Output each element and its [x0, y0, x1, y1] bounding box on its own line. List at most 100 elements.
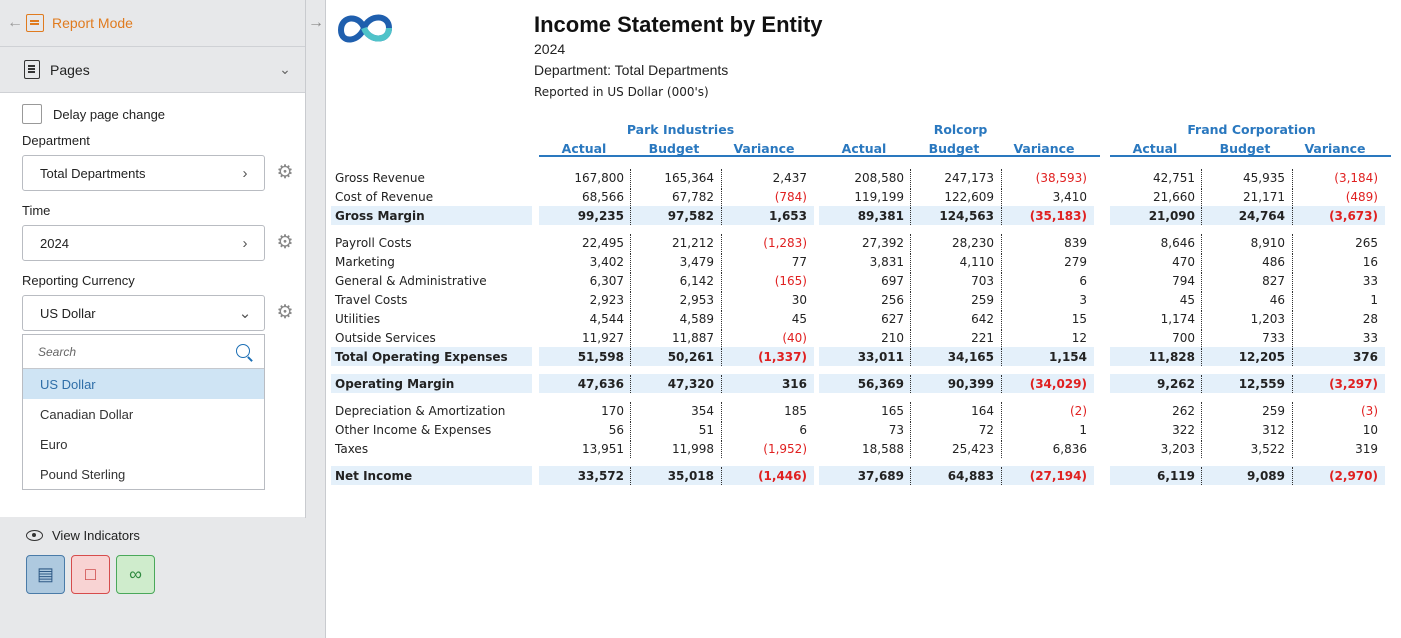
table-cell: 18,588 [862, 442, 904, 456]
table-cell: (2,970) [1329, 469, 1378, 483]
table-cell: 319 [1355, 442, 1378, 456]
currency-option[interactable]: Pound Sterling [23, 459, 264, 489]
pages-section-toggle[interactable]: Pages ⌄ [0, 47, 305, 93]
table-cell: (27,194) [1029, 469, 1087, 483]
table-cell: 3,522 [1250, 442, 1285, 456]
table-cell: (40) [782, 331, 807, 345]
table-cell: 794 [1172, 274, 1195, 288]
report-canvas: Income Statement by Entity 2024 Departme… [327, 0, 1401, 638]
table-cell: 11,927 [582, 331, 624, 345]
table-cell: 642 [971, 312, 994, 326]
table-cell: 4,544 [589, 312, 624, 326]
table-cell: 167,800 [574, 171, 624, 185]
table-cell: (3) [1361, 404, 1378, 418]
currency-search-input[interactable]: Search [23, 335, 264, 369]
table-cell: 9,262 [1157, 377, 1195, 391]
table-cell: 56 [608, 423, 624, 437]
delay-page-change-row[interactable]: Delay page change [22, 103, 305, 125]
table-cell: 697 [881, 274, 904, 288]
report-title: Income Statement by Entity [534, 12, 823, 37]
report-mode-title[interactable]: Report Mode [52, 15, 133, 31]
table-cell: 13,951 [582, 442, 624, 456]
currency-option[interactable]: Canadian Dollar [23, 399, 264, 429]
table-cell: 30 [791, 293, 807, 307]
table-cell: (38,593) [1035, 171, 1087, 185]
table-cell: 6 [1079, 274, 1087, 288]
table-cell: 2,437 [772, 171, 807, 185]
table-cell: 170 [601, 404, 624, 418]
table-cell: 3,203 [1160, 442, 1195, 456]
table-cell: (489) [1345, 190, 1378, 204]
left-panel: ← Report Mode Pages ⌄ Delay page change … [0, 0, 306, 638]
report-mode-icon [26, 14, 44, 32]
department-selector[interactable]: Total Departments › [22, 155, 265, 191]
entity-underline [539, 155, 820, 157]
table-cell: 259 [971, 293, 994, 307]
table-cell: 627 [881, 312, 904, 326]
table-cell: 165 [881, 404, 904, 418]
gear-icon[interactable]: ⚙ [275, 163, 295, 183]
row-label: Operating Margin [335, 377, 455, 391]
table-cell: 77 [791, 255, 807, 269]
delay-page-change-checkbox[interactable] [22, 104, 42, 124]
table-cell: 279 [1064, 255, 1087, 269]
table-row: Gross Revenue 167,800 165,364 2,437 208,580 2… [327, 168, 1401, 187]
comments-indicator-button[interactable]: □ [71, 555, 110, 594]
table-cell: 12,205 [1238, 350, 1285, 364]
table-cell: (784) [774, 190, 807, 204]
table-row: Depreciation & Amortization 170 354 185 165 1… [327, 401, 1401, 420]
links-indicator-button[interactable]: ∞ [116, 555, 155, 594]
expand-arrow-icon[interactable]: → [308, 14, 324, 32]
table-cell: 3,410 [1052, 190, 1087, 204]
table-cell: 6,836 [1052, 442, 1087, 456]
table-cell: 256 [881, 293, 904, 307]
table-cell: 33,011 [857, 350, 904, 364]
table-cell: 90,399 [947, 377, 994, 391]
table-cell: (165) [774, 274, 807, 288]
chevron-down-icon[interactable]: ⌄ [265, 61, 305, 78]
table-cell: 1,653 [769, 209, 807, 223]
table-cell: 34,165 [947, 350, 994, 364]
gear-icon[interactable]: ⚙ [275, 233, 295, 253]
time-selector[interactable]: 2024 › [22, 225, 265, 261]
details-indicator-button[interactable]: ▤ [26, 555, 65, 594]
entity-underline [1110, 155, 1391, 157]
table-row: Taxes 13,951 11,998 (1,952) 18,588 25,423 6,83… [327, 439, 1401, 458]
row-label: Depreciation & Amortization [335, 404, 506, 418]
table-cell: 73 [888, 423, 904, 437]
table-cell: (1,337) [758, 350, 807, 364]
currency-option[interactable]: US Dollar [23, 369, 264, 399]
table-cell: 46 [1269, 293, 1285, 307]
table-row: Other Income & Expenses 56 51 6 73 72 1 322 312 1… [327, 420, 1401, 439]
table-cell: 97,582 [667, 209, 714, 223]
table-cell: 312 [1262, 423, 1285, 437]
table-cell: 33 [1362, 274, 1378, 288]
row-label: Travel Costs [335, 293, 408, 307]
collapse-arrow-icon[interactable]: ← [4, 14, 26, 32]
table-cell: 1 [1370, 293, 1378, 307]
table-cell: 3,402 [589, 255, 624, 269]
table-cell: 21,090 [1148, 209, 1195, 223]
table-row: Outside Services 11,927 11,887 (40) 210 221 12… [327, 328, 1401, 347]
collapse-strip[interactable]: → [306, 0, 326, 638]
table-cell: 376 [1352, 350, 1378, 364]
currency-select[interactable]: US Dollar ⌄ [22, 295, 265, 331]
currency-option[interactable]: Euro [23, 429, 264, 459]
row-label: Gross Margin [335, 209, 425, 223]
row-label: General & Administrative [335, 274, 487, 288]
delay-page-change-label: Delay page change [53, 106, 166, 122]
table-row: Marketing 3,402 3,479 77 3,831 4,110 279 470 486… [327, 252, 1401, 271]
chevron-right-icon: › [242, 234, 248, 252]
table-row: Utilities 4,544 4,589 45 627 642 15 1,174 1,203 2… [327, 309, 1401, 328]
table-cell: 9,089 [1247, 469, 1285, 483]
search-icon[interactable] [228, 342, 264, 362]
table-cell: 221 [971, 331, 994, 345]
table-cell: (34,029) [1029, 377, 1087, 391]
table-row: Payroll Costs 22,495 21,212 (1,283) 27,392 28… [327, 233, 1401, 252]
table-cell: 700 [1172, 331, 1195, 345]
gear-icon[interactable]: ⚙ [275, 303, 295, 323]
report-currency-note: Reported in US Dollar (000's) [534, 85, 709, 99]
table-cell: 50,261 [667, 350, 714, 364]
report-year: 2024 [534, 41, 566, 57]
row-label: Total Operating Expenses [335, 350, 508, 364]
